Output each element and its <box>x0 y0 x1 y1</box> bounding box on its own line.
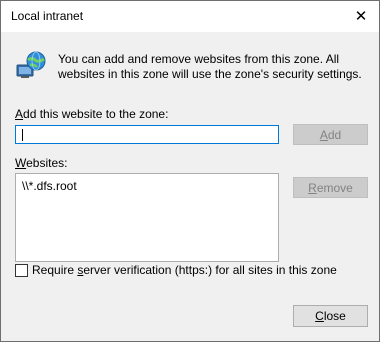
close-button[interactable]: Close <box>293 305 368 327</box>
zone-description: You can add and remove websites from thi… <box>58 52 362 81</box>
websites-label-mnemonic: W <box>15 156 27 170</box>
require-https-checkbox[interactable] <box>15 264 28 277</box>
add-button-mnemonic: A <box>319 127 328 142</box>
text-caret <box>22 129 23 141</box>
close-button-mnemonic: C <box>315 309 324 323</box>
remove-button-label: emove <box>316 180 353 195</box>
remove-button[interactable]: Remove <box>293 177 368 198</box>
require-https-label-start: Require <box>32 263 78 277</box>
remove-button-mnemonic: R <box>308 180 317 195</box>
window-title: Local intranet <box>11 9 84 23</box>
list-item[interactable]: \\*.dfs.root <box>22 179 77 193</box>
websites-label: Websites: <box>15 156 67 170</box>
add-site-label-text: dd this website to the zone: <box>23 107 169 121</box>
require-https-label[interactable]: Require server verification (https:) for… <box>32 263 337 277</box>
close-button-label: lose <box>323 309 346 323</box>
add-button-label: dd <box>327 127 342 142</box>
websites-label-text: ebsites: <box>26 156 68 170</box>
close-window-icon[interactable]: ✕ <box>347 3 375 29</box>
dialog-body: You can add and remove websites from thi… <box>1 32 379 341</box>
add-button[interactable]: Add <box>293 124 368 145</box>
add-site-label-mnemonic: A <box>15 107 24 121</box>
title-bar: Local intranet ✕ <box>1 1 379 31</box>
add-site-input[interactable] <box>15 125 279 144</box>
require-https-label-end: erver verification (https:) for all site… <box>83 263 337 277</box>
websites-list[interactable]: \\*.dfs.root <box>15 173 279 262</box>
globe-computer-icon <box>16 51 46 78</box>
add-site-label: Add this website to the zone: <box>15 107 168 121</box>
dialog-window: Local intranet ✕ You can add and remove … <box>0 0 380 342</box>
